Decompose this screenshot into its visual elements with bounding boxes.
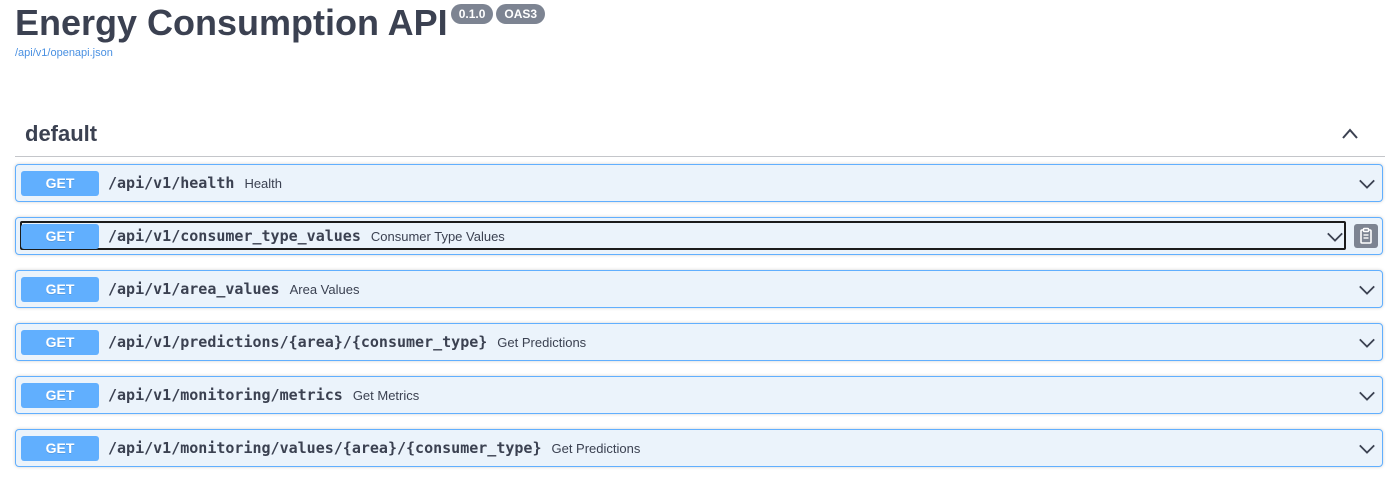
operation-path[interactable]: /api/v1/area_values Area Values	[108, 280, 359, 298]
operation-path-text: /api/v1/predictions/{area}/{consumer_typ…	[108, 333, 488, 351]
chevron-down-icon[interactable]	[1358, 440, 1376, 458]
operation-path-text: /api/v1/health	[108, 174, 235, 192]
operation-summary: Get Predictions	[551, 441, 641, 456]
chevron-down-icon[interactable]	[1358, 175, 1376, 193]
operation-path-text: /api/v1/consumer_type_values	[108, 227, 361, 245]
operation-summary: Consumer Type Values	[370, 229, 505, 244]
tag-name: default	[25, 121, 98, 146]
method-badge-get: GET	[21, 277, 99, 302]
method-badge-get: GET	[21, 224, 99, 249]
swagger-ui: Energy Consumption API 0.1.0 OAS3 /api/v…	[0, 0, 1400, 485]
method-badge-get: GET	[21, 436, 99, 461]
operation-path[interactable]: /api/v1/predictions/{area}/{consumer_typ…	[108, 333, 586, 351]
method-badge-get: GET	[21, 383, 99, 408]
chevron-down-icon[interactable]	[1358, 334, 1376, 352]
operation-get-monitoring-values[interactable]: GET /api/v1/monitoring/values/{area}/{co…	[15, 429, 1383, 467]
page-title: Energy Consumption API	[15, 2, 448, 43]
operation-get-metrics[interactable]: GET /api/v1/monitoring/metrics Get Metric…	[15, 376, 1383, 414]
operation-summary: Area Values	[289, 282, 360, 297]
operation-path[interactable]: /api/v1/monitoring/values/{area}/{consum…	[108, 439, 640, 457]
openapi-spec-link[interactable]: /api/v1/openapi.json	[15, 47, 113, 59]
method-badge-get: GET	[21, 171, 99, 196]
api-info-header: Energy Consumption API 0.1.0 OAS3	[15, 0, 546, 46]
chevron-down-icon[interactable]	[1326, 228, 1344, 246]
method-badge-get: GET	[21, 330, 99, 355]
operation-summary: Get Predictions	[497, 335, 587, 350]
operation-path-text: /api/v1/monitoring/values/{area}/{consum…	[108, 439, 542, 457]
copy-to-clipboard-button[interactable]	[1354, 224, 1378, 248]
operation-path-text: /api/v1/area_values	[108, 280, 280, 298]
version-badge: 0.1.0	[450, 4, 494, 24]
operation-get-health[interactable]: GET /api/v1/health Health	[15, 164, 1383, 202]
operation-path[interactable]: /api/v1/monitoring/metrics Get Metrics	[108, 386, 419, 404]
clipboard-icon	[1360, 227, 1372, 244]
operation-summary: Get Metrics	[352, 388, 420, 403]
operation-path-text: /api/v1/monitoring/metrics	[108, 386, 343, 404]
operation-get-area-values[interactable]: GET /api/v1/area_values Area Values	[15, 270, 1383, 308]
chevron-down-icon[interactable]	[1358, 281, 1376, 299]
tag-section-header[interactable]: default	[15, 112, 1385, 157]
operation-summary: Health	[244, 176, 283, 191]
operation-get-consumer-type-values[interactable]: GET /api/v1/consumer_type_values Consumer…	[15, 217, 1383, 255]
operation-get-predictions[interactable]: GET /api/v1/predictions/{area}/{consumer…	[15, 323, 1383, 361]
chevron-up-icon[interactable]	[1340, 124, 1360, 144]
chevron-down-icon[interactable]	[1358, 387, 1376, 405]
operation-path[interactable]: /api/v1/health Health	[108, 174, 282, 192]
oas-badge: OAS3	[496, 4, 546, 24]
operation-path[interactable]: /api/v1/consumer_type_values Consumer Typ…	[108, 227, 505, 245]
